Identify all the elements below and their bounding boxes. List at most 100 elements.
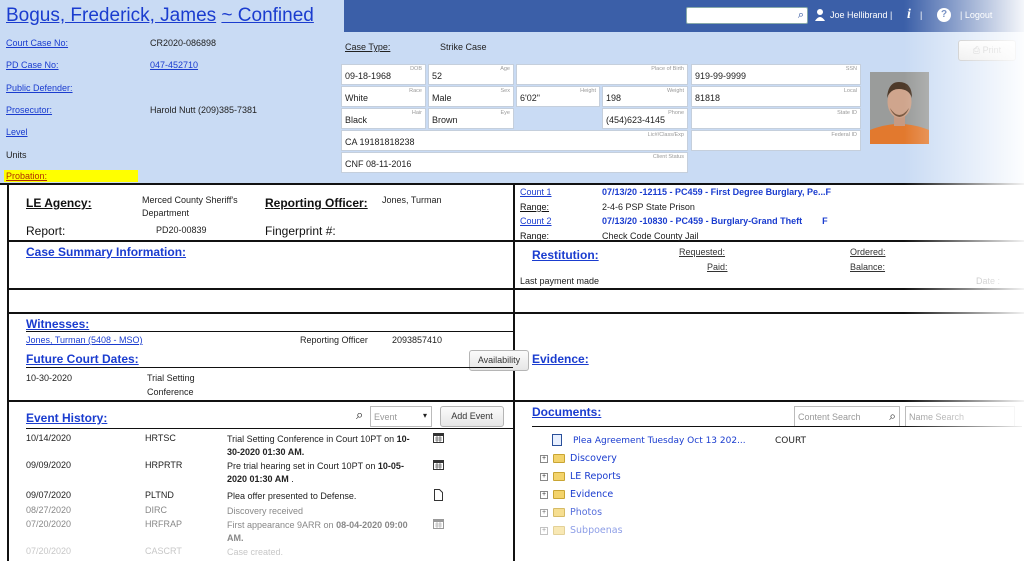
folder-label: Evidence (570, 489, 614, 500)
event-code: HRFRAP (145, 519, 183, 529)
document-icon (552, 434, 562, 446)
count-1-value: 07/13/20 -12115 - PC459 - First Degree B… (602, 187, 831, 197)
document-icon[interactable] (433, 489, 444, 503)
event-filter-select[interactable]: Event ▾ (370, 406, 432, 427)
logout-link[interactable]: | Logout (960, 10, 992, 20)
event-text: Trial Setting Conference in Court 10PT o… (227, 434, 397, 444)
report-value: PD20-00839 (156, 225, 207, 235)
name-search-placeholder: Name Search (909, 412, 965, 422)
count-1-link[interactable]: Count 1 (520, 187, 552, 197)
witness-role: Reporting Officer (300, 335, 368, 345)
last-payment-label: Last payment made (520, 276, 600, 286)
folder-item[interactable]: + Photos (540, 507, 602, 518)
court-event-line1: Trial Setting (147, 373, 195, 383)
requested-label: Requested: (679, 247, 726, 257)
folder-icon (553, 526, 565, 536)
folder-item[interactable]: + LE Reports (540, 471, 621, 482)
content-search-placeholder: Content Search (798, 412, 861, 422)
event-description: First appearance 9ARR on 08-04-2020 09:0… (227, 519, 429, 545)
court-date: 10-30-2020 (26, 373, 73, 383)
state-id-field: State ID (691, 108, 861, 129)
ssn-field: 919-99-9999 SSN (691, 64, 861, 85)
eye-field: Brown Eye (428, 108, 514, 129)
print-button[interactable]: ⎙ Print (958, 40, 1016, 61)
event-datetime: 10-05- (377, 461, 404, 471)
folder-icon (553, 472, 565, 482)
search-icon[interactable]: ⌕ (798, 9, 804, 22)
expand-icon[interactable]: + (540, 454, 548, 463)
add-event-button[interactable]: Add Event (440, 406, 504, 427)
restitution-title[interactable]: Restitution: (532, 248, 599, 262)
event-filter-value: Event (374, 412, 398, 422)
divider (7, 288, 1024, 290)
client-name-link[interactable]: Bogus, Frederick, James (6, 5, 216, 26)
expand-icon[interactable]: + (540, 472, 548, 481)
court-case-label: Court Case No: (6, 38, 69, 48)
folder-icon (553, 508, 565, 518)
folder-label: Photos (570, 507, 603, 518)
event-text: Discovery received (227, 506, 304, 516)
folder-item[interactable]: + Subpoenas (540, 525, 623, 536)
range-2-value: Check Code County Jail (602, 231, 699, 241)
height-field: 6'02" Height (516, 86, 600, 107)
divider (7, 400, 1024, 402)
name-search-input[interactable]: Name Search (905, 406, 1015, 427)
evidence-title[interactable]: Evidence: (532, 352, 589, 366)
calendar-icon[interactable] (433, 459, 444, 472)
document-location: COURT (775, 436, 807, 446)
info-icon[interactable]: i (907, 7, 911, 23)
future-court-title[interactable]: Future Court Dates: (26, 352, 139, 366)
expand-icon[interactable]: + (540, 490, 548, 499)
search-icon[interactable]: ⌕ (889, 409, 896, 424)
global-search-input[interactable]: ⌕ (686, 7, 808, 24)
expand-icon[interactable]: + (540, 508, 548, 517)
event-description: Trial Setting Conference in Court 10PT o… (227, 433, 429, 459)
range-1-value: 2-4-6 PSP State Prison (602, 202, 695, 212)
calendar-icon[interactable] (433, 518, 444, 531)
client-status-field: CNF 08-11-2016 Client Status (341, 152, 688, 173)
event-description: Discovery received (227, 505, 429, 518)
fingerprint-label: Fingerprint #: (265, 224, 336, 238)
date-label: Date : (976, 276, 1001, 286)
level-label: Level (6, 127, 28, 137)
user-name[interactable]: Joe Hellibrand | (830, 10, 892, 20)
balance-label: Balance: (850, 262, 886, 272)
event-datetime: 30-2020 01:30 AM. (227, 447, 305, 457)
reporting-officer-value: Jones, Turman (382, 195, 442, 205)
witness-link[interactable]: Jones, Turman (5408 - MSO) (26, 335, 143, 345)
content-search-input[interactable]: Content Search ⌕ (794, 406, 900, 427)
folder-icon (553, 454, 565, 464)
divider (26, 367, 513, 368)
event-datetime: AM. (227, 533, 244, 543)
event-date: 10/14/2020 (26, 433, 72, 443)
documents-title[interactable]: Documents: (532, 405, 601, 419)
folder-item[interactable]: + Discovery (540, 453, 617, 464)
event-history-title[interactable]: Event History: (26, 411, 107, 425)
separator: | (920, 10, 923, 20)
help-icon[interactable]: ? (937, 8, 951, 22)
event-datetime: 08-04-2020 09:00 (336, 520, 408, 530)
divider (7, 312, 1024, 314)
phone-field: (454)623-4145 Phone (602, 108, 688, 129)
printer-icon: ⎙ (972, 45, 981, 55)
license-field: CA 19181818238 Lic#/Class/Exp (341, 130, 688, 151)
calendar-icon[interactable] (433, 432, 444, 445)
witnesses-title[interactable]: Witnesses: (26, 317, 89, 331)
count-2-link[interactable]: Count 2 (520, 216, 552, 226)
folder-item[interactable]: + Evidence (540, 489, 613, 500)
sex-field: Male Sex (428, 86, 514, 107)
range-1-label: Range: (520, 202, 550, 212)
search-icon[interactable]: ⌕ (356, 407, 363, 423)
age-field: 52 Age (428, 64, 514, 85)
expand-icon[interactable]: + (540, 526, 548, 535)
pd-case-link[interactable]: 047-452710 (150, 60, 198, 70)
user-icon (815, 8, 825, 21)
witness-phone: 2093857410 (392, 335, 443, 345)
document-link[interactable]: Plea Agreement Tuesday Oct 13 202... (573, 436, 746, 446)
client-photo (870, 72, 929, 144)
event-code: DIRC (145, 505, 167, 515)
paid-label: Paid: (707, 262, 728, 272)
case-summary-title[interactable]: Case Summary Information: (26, 245, 186, 259)
dob-field: 09-18-1968 DOB (341, 64, 426, 85)
client-status-link[interactable]: ~ Confined (221, 5, 313, 26)
